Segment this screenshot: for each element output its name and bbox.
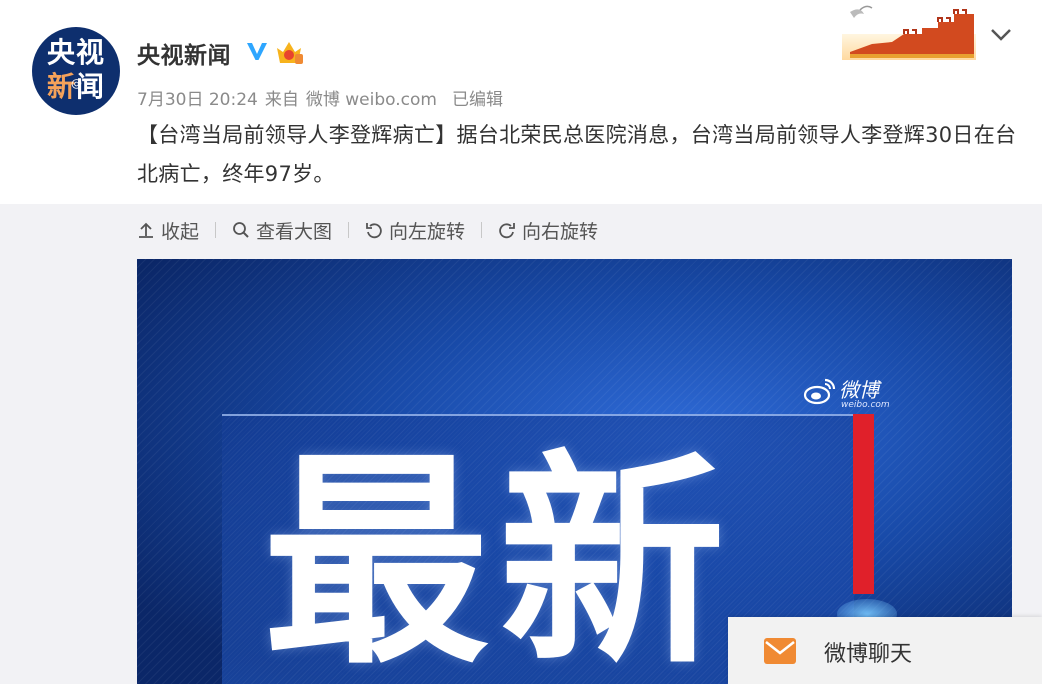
rotate-left-button[interactable]: 向左旋转 [365, 217, 465, 244]
avatar[interactable]: 央视 新闻 @ [32, 27, 120, 115]
toolbar-divider [348, 222, 350, 238]
weibo-watermark: 微博 weibo.com [803, 374, 903, 414]
watermark-url: weibo.com [841, 400, 890, 410]
post-text: 【台湾当局前领导人李登辉病亡】据台北荣民总医院消息，台湾当局前领导人李登辉30日… [137, 123, 1017, 186]
view-large-label: 查看大图 [256, 220, 333, 243]
username[interactable]: 央视新闻 [137, 36, 231, 70]
chat-label: 微博聊天 [824, 642, 913, 667]
great-wall-banner-icon [842, 5, 976, 60]
collapse-icon [139, 222, 153, 238]
image-headline: 最新 [263, 432, 736, 684]
weibo-logo-icon [803, 378, 836, 405]
rotate-right-icon [499, 223, 515, 239]
source-prefix: 来自 [264, 90, 299, 110]
avatar-at: @ [71, 77, 82, 90]
search-icon [233, 222, 249, 238]
collapse-button[interactable]: 收起 [137, 217, 199, 244]
post-source[interactable]: 微博 weibo.com [306, 90, 437, 110]
rotate-left-label: 向左旋转 [389, 220, 466, 243]
edited-label[interactable]: 已编辑 [452, 90, 503, 110]
post-date[interactable]: 7月30日 20:24 [137, 90, 258, 110]
mail-icon [764, 638, 796, 664]
view-large-button[interactable]: 查看大图 [232, 217, 332, 244]
post-header: 央视 新闻 @ 央视新闻 7月30日 20:24 来自 微博 weibo.com 已编… [0, 0, 1042, 204]
rotate-left-icon [366, 223, 382, 239]
post-meta: 7月30日 20:24 来自 微博 weibo.com 已编辑 [137, 85, 510, 110]
verified-icon [247, 43, 267, 60]
image-toolbar: 收起 查看大图 向左旋转 向右旋转 [137, 214, 598, 246]
weibo-chat-bar[interactable]: 微博聊天 [728, 617, 1042, 684]
rotate-right-button[interactable]: 向右旋转 [498, 217, 598, 244]
chevron-down-icon[interactable] [990, 28, 1012, 42]
watermark-name: 微博 [839, 378, 879, 402]
collapse-label: 收起 [161, 220, 200, 243]
toolbar-divider [215, 222, 217, 238]
member-crown-icon [277, 42, 303, 64]
toolbar-divider [481, 222, 483, 238]
rotate-right-label: 向右旋转 [522, 220, 599, 243]
avatar-text-top: 央视 [46, 36, 105, 69]
image-red-bar [853, 414, 874, 594]
